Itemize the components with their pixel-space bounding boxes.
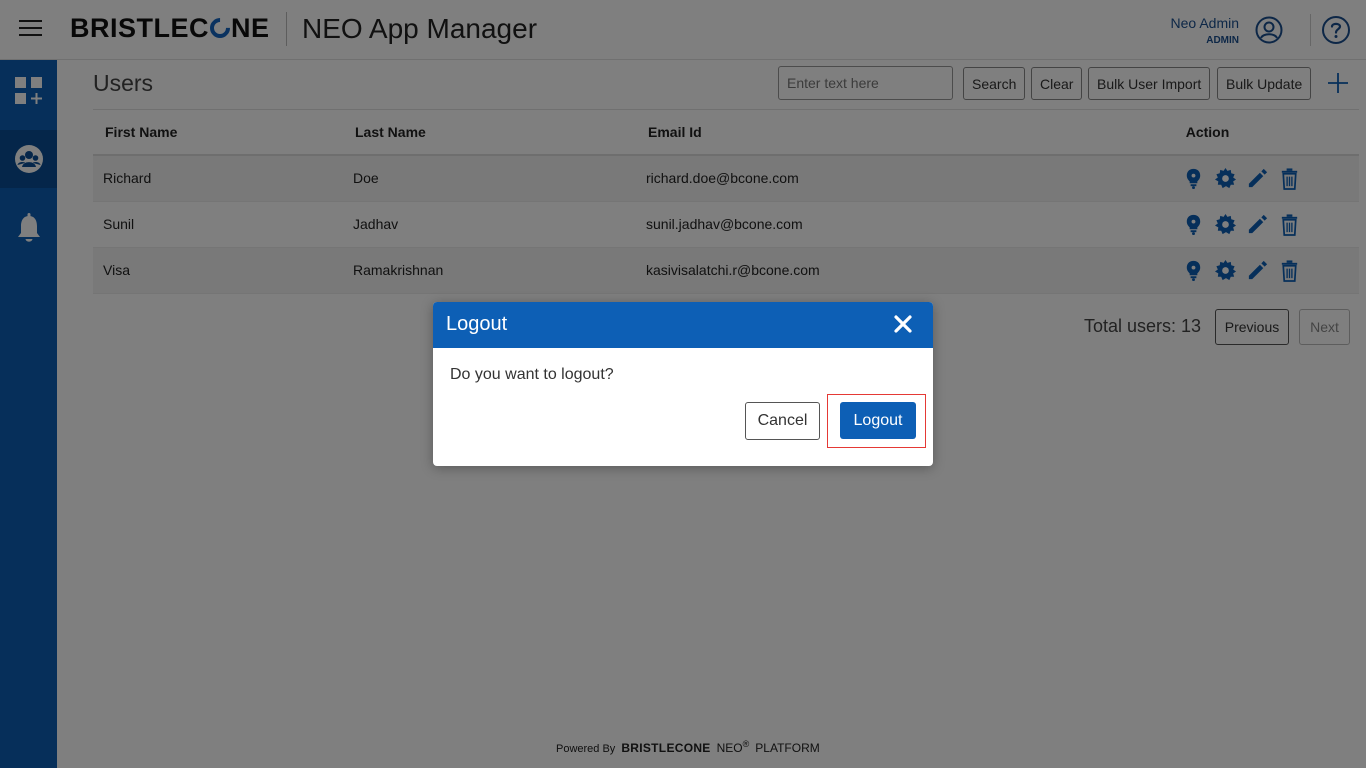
- dialog-title: Logout: [446, 313, 508, 335]
- logout-dialog: Logout Do you want to logout? Cancel Log…: [433, 302, 933, 466]
- confirm-logout-button[interactable]: Logout: [840, 402, 916, 439]
- dialog-header: Logout: [433, 302, 933, 348]
- cancel-button[interactable]: Cancel: [745, 402, 820, 440]
- close-icon[interactable]: [893, 314, 913, 334]
- dialog-message: Do you want to logout?: [450, 366, 614, 383]
